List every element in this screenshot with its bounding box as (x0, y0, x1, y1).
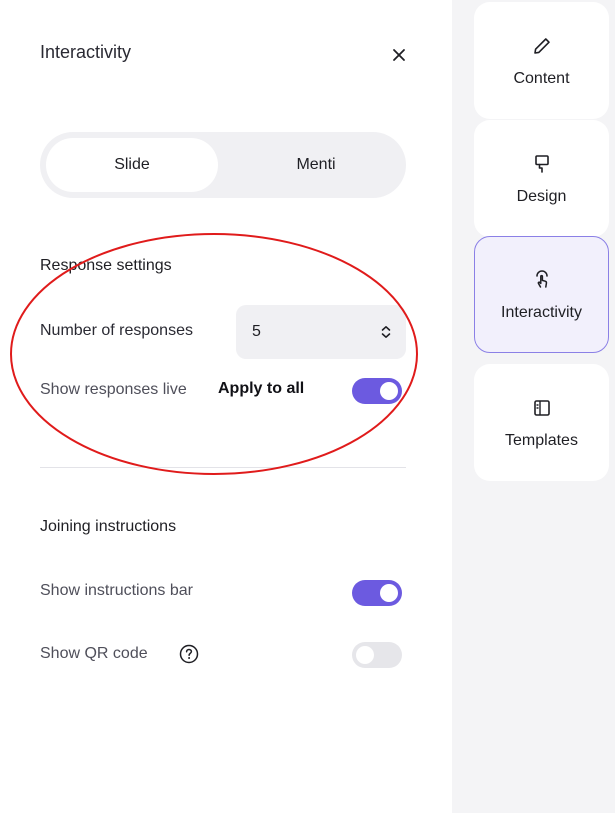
show-qr-code-toggle[interactable] (352, 642, 402, 668)
close-button[interactable] (388, 44, 410, 66)
touch-icon (530, 268, 554, 292)
toggle-knob (380, 382, 398, 400)
tool-rail: Content Design Interactivity Templates (452, 0, 615, 813)
settings-panel: Interactivity Slide Menti Response setti… (0, 0, 452, 813)
toggle-knob (356, 646, 374, 664)
rail-item-label: Templates (505, 431, 578, 449)
show-responses-live-toggle[interactable] (352, 378, 402, 404)
show-responses-live-label: Show responses live (40, 381, 187, 398)
rail-item-templates[interactable]: Templates (474, 364, 609, 481)
layout-icon (530, 396, 554, 420)
slide-menti-toggle: Slide Menti (40, 132, 406, 198)
section-divider (40, 467, 406, 468)
rail-item-label: Design (516, 187, 567, 205)
rail-item-content[interactable]: Content (474, 2, 609, 119)
number-of-responses-value: 5 (252, 323, 261, 340)
show-instructions-bar-toggle[interactable] (352, 580, 402, 606)
panel-title: Interactivity (40, 42, 132, 62)
app-root: Interactivity Slide Menti Response setti… (0, 0, 615, 813)
rail-item-interactivity[interactable]: Interactivity (474, 236, 609, 353)
show-qr-code-label: Show QR code (40, 645, 148, 662)
apply-to-all-button[interactable]: Apply to all (218, 380, 304, 398)
rail-item-label: Content (513, 69, 570, 87)
joining-instructions-heading: Joining instructions (40, 518, 177, 535)
close-icon (393, 49, 405, 61)
show-instructions-bar-label: Show instructions bar (40, 582, 193, 599)
help-button[interactable] (178, 643, 200, 665)
number-of-responses-label: Number of responses (40, 322, 193, 339)
rail-item-design[interactable]: Design (474, 120, 609, 237)
paint-roller-icon (530, 152, 554, 176)
tab-slide[interactable]: Slide (46, 138, 218, 192)
number-of-responses-select[interactable]: 5 (236, 305, 406, 359)
question-circle-icon (179, 644, 199, 664)
pencil-icon (530, 34, 554, 58)
rail-item-label: Interactivity (501, 303, 582, 321)
up-down-chevron-icon (381, 326, 391, 338)
tab-menti[interactable]: Menti (230, 138, 402, 192)
response-settings-heading: Response settings (40, 257, 172, 274)
toggle-knob (380, 584, 398, 602)
